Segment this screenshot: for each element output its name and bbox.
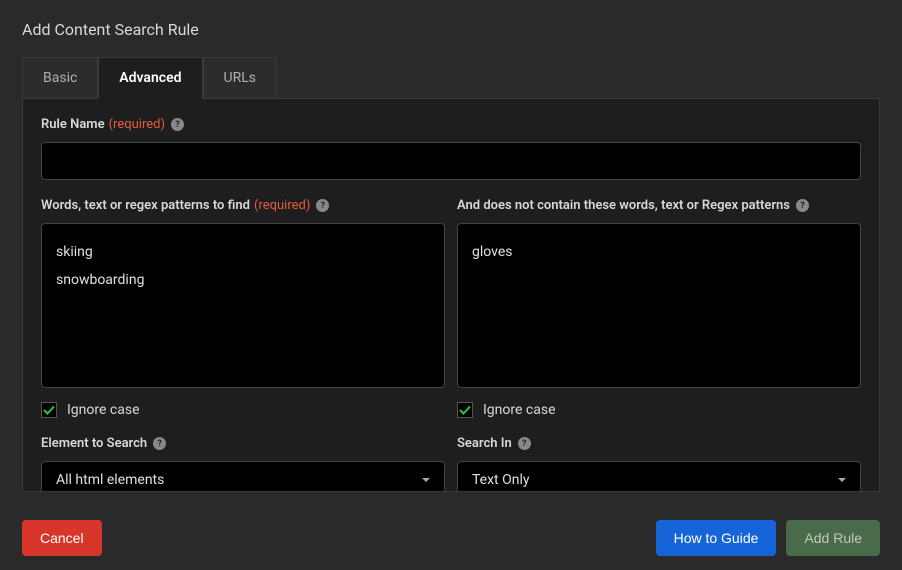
checkmark-icon <box>43 404 55 416</box>
element-to-search-label-text: Element to Search <box>41 436 147 451</box>
element-to-search-select[interactable]: All html elements <box>41 461 445 492</box>
ignore-case-right-checkbox[interactable] <box>457 402 473 418</box>
content-panel: Rule Name (required) ? Words, text or re… <box>22 98 880 492</box>
dialog-footer: Cancel How to Guide Add Rule <box>14 506 888 556</box>
words-to-find-textarea[interactable]: skiing snowboarding <box>41 223 445 388</box>
search-in-label-text: Search In <box>457 436 512 451</box>
rule-name-label: Rule Name (required) ? <box>41 117 861 132</box>
help-icon[interactable]: ? <box>518 437 531 450</box>
footer-right: How to Guide Add Rule <box>656 520 880 556</box>
ignore-case-left-checkbox[interactable] <box>41 402 57 418</box>
how-to-guide-button[interactable]: How to Guide <box>656 520 777 556</box>
tab-basic[interactable]: Basic <box>22 57 98 99</box>
rule-name-label-text: Rule Name <box>41 117 105 132</box>
help-icon[interactable]: ? <box>153 437 166 450</box>
element-to-search-value: All html elements <box>56 472 164 488</box>
rule-name-required: (required) <box>109 117 165 132</box>
rule-name-input[interactable] <box>41 142 861 180</box>
caret-down-icon <box>422 478 430 482</box>
checkmark-icon <box>459 404 471 416</box>
tab-advanced[interactable]: Advanced <box>98 57 202 99</box>
ignore-case-right-label: Ignore case <box>483 402 556 418</box>
add-content-search-rule-dialog: Add Content Search Rule Basic Advanced U… <box>0 0 902 570</box>
words-to-find-label-text: Words, text or regex patterns to find <box>41 198 250 213</box>
search-in-select[interactable]: Text Only <box>457 461 861 492</box>
ignore-case-left-label: Ignore case <box>67 402 140 418</box>
exclude-words-column: And does not contain these words, text o… <box>457 198 861 492</box>
tabs: Basic Advanced URLs <box>22 57 888 99</box>
ignore-case-right-row: Ignore case <box>457 402 861 418</box>
help-icon[interactable]: ? <box>316 199 329 212</box>
help-icon[interactable]: ? <box>796 199 809 212</box>
cancel-button[interactable]: Cancel <box>22 520 102 556</box>
words-to-find-required: (required) <box>254 198 310 213</box>
exclude-words-textarea[interactable]: gloves <box>457 223 861 388</box>
dialog-title: Add Content Search Rule <box>14 20 888 39</box>
caret-down-icon <box>838 478 846 482</box>
exclude-words-label-text: And does not contain these words, text o… <box>457 198 790 213</box>
search-in-label: Search In ? <box>457 436 861 451</box>
ignore-case-left-row: Ignore case <box>41 402 445 418</box>
words-to-find-label: Words, text or regex patterns to find (r… <box>41 198 445 213</box>
help-icon[interactable]: ? <box>171 118 184 131</box>
words-to-find-column: Words, text or regex patterns to find (r… <box>41 198 445 492</box>
tab-urls[interactable]: URLs <box>203 57 277 99</box>
search-in-value: Text Only <box>472 472 530 488</box>
add-rule-button[interactable]: Add Rule <box>786 520 880 556</box>
exclude-words-label: And does not contain these words, text o… <box>457 198 861 213</box>
element-to-search-label: Element to Search ? <box>41 436 445 451</box>
